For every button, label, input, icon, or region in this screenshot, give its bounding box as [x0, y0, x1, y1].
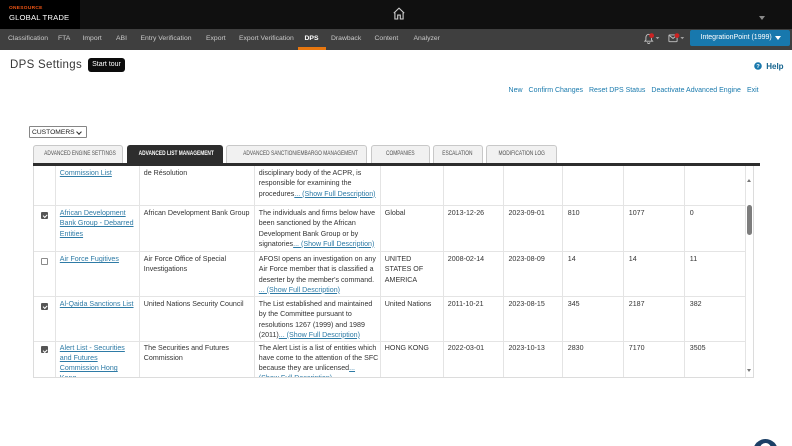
svg-text:?: ?: [756, 64, 760, 70]
